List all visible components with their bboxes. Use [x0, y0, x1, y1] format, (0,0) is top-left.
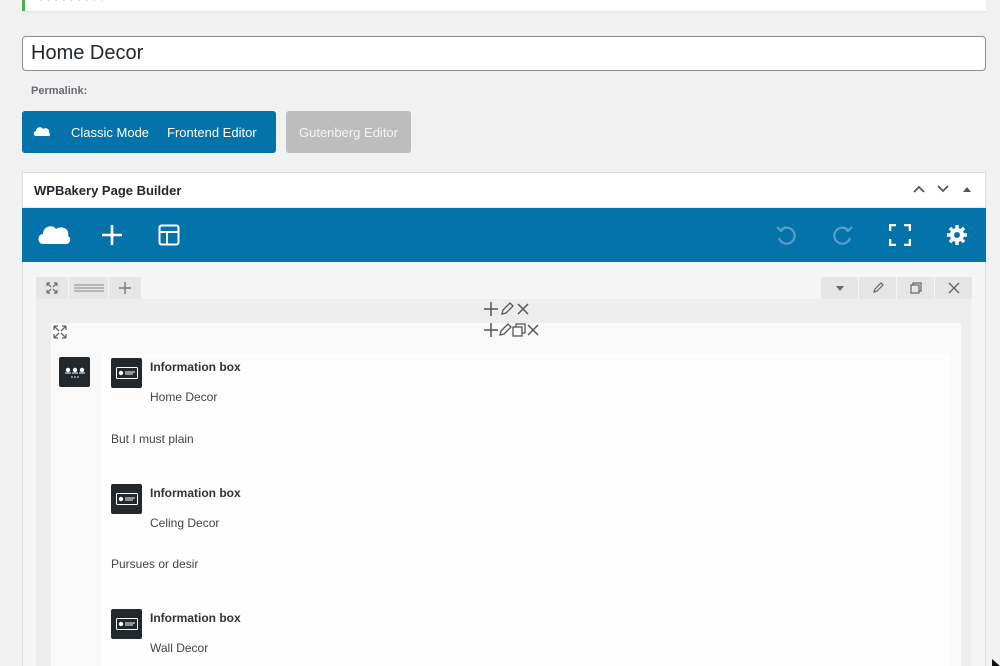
post-title-input[interactable] [22, 36, 986, 71]
mouse-cursor-icon [992, 656, 1000, 666]
row-clone-icon[interactable] [896, 277, 934, 299]
inner-clone-icon[interactable] [512, 323, 526, 342]
inner-edit-pencil-icon[interactable] [498, 323, 512, 342]
redo-icon[interactable] [829, 221, 857, 249]
column-expand-icon[interactable] [53, 325, 67, 339]
inner-delete-icon[interactable] [526, 323, 540, 342]
collapse-toggle-icon[interactable] [959, 181, 975, 196]
metabox-header: WPBakery Page Builder [23, 173, 985, 208]
element-text: But I must plain [111, 432, 194, 446]
information-box-icon [111, 484, 142, 514]
editor-mode-group: Classic Mode Frontend Editor [22, 111, 276, 153]
row-move-icon[interactable] [36, 277, 69, 299]
section-element-icon[interactable] [59, 357, 90, 387]
metabox-title: WPBakery Page Builder [34, 182, 182, 198]
inner-column-controls [484, 323, 540, 342]
row-delete-icon[interactable] [934, 277, 972, 299]
settings-gear-icon[interactable] [943, 221, 971, 249]
element-subtitle: Home Decor [150, 390, 218, 404]
row-controls-left [36, 277, 142, 299]
column-delete-icon[interactable] [516, 302, 530, 321]
element-title: Information box [150, 486, 241, 500]
information-box-icon [111, 609, 142, 639]
column-controls [484, 302, 530, 321]
inner-column: Information box Home Decor But I must pl… [51, 323, 961, 666]
move-down-icon[interactable] [935, 181, 951, 196]
column-edit-pencil-icon[interactable] [500, 302, 514, 321]
add-element-icon[interactable] [98, 221, 126, 249]
row-edit-pencil-icon[interactable] [858, 277, 896, 299]
templates-icon[interactable] [155, 221, 183, 249]
undo-icon[interactable] [772, 221, 800, 249]
wpbakery-metabox: WPBakery Page Builder Information box Ho… [22, 172, 986, 666]
builder-toolbar [22, 208, 986, 262]
row-layout-icon[interactable] [69, 277, 109, 299]
builder-logo-icon[interactable] [36, 221, 72, 249]
row-add-column-icon[interactable] [109, 277, 142, 299]
fullscreen-icon[interactable] [886, 221, 914, 249]
move-up-icon[interactable] [911, 181, 927, 196]
element-subtitle: Wall Decor [150, 641, 209, 655]
element-title: Information box [150, 360, 241, 374]
classic-mode-button[interactable]: Classic Mode [62, 125, 158, 140]
element-subtitle: Celing Decor [150, 516, 220, 530]
element-text: Pursues or desir [111, 557, 199, 571]
row-body: Information box Home Decor But I must pl… [36, 299, 971, 666]
inner-add-icon[interactable] [484, 323, 498, 342]
column-add-icon[interactable] [484, 302, 498, 321]
wpbakery-logo-icon [22, 126, 62, 138]
row-toggle-icon[interactable] [820, 277, 858, 299]
elements-lane: Information box Home Decor But I must pl… [101, 353, 951, 666]
permalink-label: Permalink: [31, 85, 88, 97]
notice-strip: ········· [22, 0, 986, 11]
element-title: Information box [150, 611, 241, 625]
gutenberg-editor-button[interactable]: Gutenberg Editor [286, 111, 411, 153]
row-controls-right [820, 277, 972, 299]
frontend-editor-button[interactable]: Frontend Editor [158, 125, 266, 140]
builder-canvas: Information box Home Decor But I must pl… [23, 262, 985, 666]
information-box-icon [111, 358, 142, 388]
